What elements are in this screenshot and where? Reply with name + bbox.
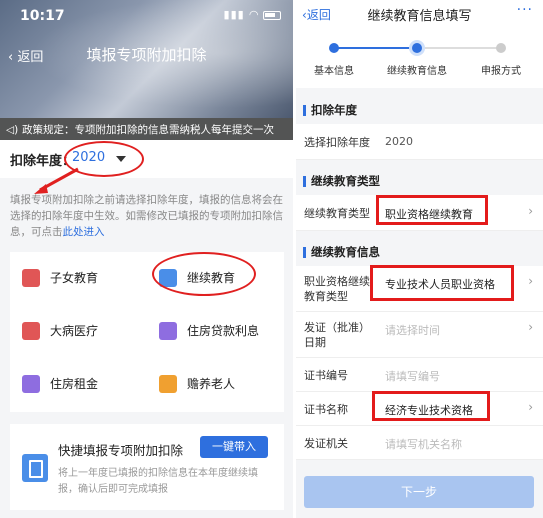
row-key: 证书编号 bbox=[304, 369, 348, 382]
house-icon bbox=[22, 375, 40, 393]
elderly-icon bbox=[159, 375, 177, 393]
status-bar: 10:17 ▮▮▮ ◠ bbox=[14, 8, 281, 26]
row-placeholder: 请填写机关名称 bbox=[385, 438, 462, 451]
medical-kit-icon bbox=[22, 322, 40, 340]
category-label: 大病医疗 bbox=[50, 324, 99, 338]
chevron-right-icon: › bbox=[528, 320, 533, 334]
section-edu-info: 继续教育信息 bbox=[296, 238, 543, 266]
category-label: 子女教育 bbox=[50, 271, 99, 285]
desc-link[interactable]: 此处进入 bbox=[63, 226, 105, 238]
signal-icon: ▮▮▮ ◠ bbox=[223, 8, 259, 21]
step-line-done bbox=[334, 47, 418, 49]
notice-text: 政策规定：专项附加扣除的信息需纳税人每年提交一次 bbox=[22, 124, 274, 136]
chevron-right-icon: › bbox=[528, 204, 533, 218]
row-value: 2020 bbox=[385, 135, 413, 148]
row-select-year[interactable]: 选择扣除年度 2020 bbox=[296, 124, 543, 160]
row-issue-date[interactable]: 发证（批准）日期 请选择时间 › bbox=[296, 312, 543, 358]
highlight-box-edu-type bbox=[376, 195, 488, 225]
import-button[interactable]: 一键带入 bbox=[200, 436, 268, 458]
row-key: 职业资格继续教育类型 bbox=[304, 275, 370, 303]
step-label: 继续教育信息 bbox=[387, 66, 447, 77]
more-icon[interactable]: ··· bbox=[517, 2, 533, 18]
row-placeholder: 请填写编号 bbox=[385, 370, 440, 383]
category-label: 住房贷款利息 bbox=[187, 324, 260, 338]
row-key: 继续教育类型 bbox=[304, 207, 370, 220]
chevron-right-icon: › bbox=[528, 274, 533, 288]
category-elderly-support[interactable]: 赡养老人 bbox=[147, 358, 284, 411]
category-label: 赡养老人 bbox=[187, 377, 236, 391]
section-deduction-year: 扣除年度 bbox=[296, 96, 543, 124]
row-key: 发证机关 bbox=[304, 437, 348, 450]
row-key: 选择扣除年度 bbox=[304, 136, 370, 149]
next-button[interactable]: 下一步 bbox=[304, 476, 534, 508]
year-description: 填报专项附加扣除之前请选择扣除年度，填报的信息将会在选择的扣除年度中生效。如需修… bbox=[10, 192, 286, 240]
category-label: 住房租金 bbox=[50, 377, 99, 391]
highlight-ellipse-education bbox=[152, 252, 256, 296]
step-label: 申报方式 bbox=[481, 66, 521, 77]
step-label: 基本信息 bbox=[314, 66, 354, 77]
category-housing-rent[interactable]: 住房租金 bbox=[10, 358, 147, 411]
category-serious-illness[interactable]: 大病医疗 bbox=[10, 305, 147, 358]
quick-fill-icon bbox=[22, 454, 48, 482]
quick-fill-desc: 将上一年度已填报的扣除信息在本年度继续填报，确认后即可完成填报 bbox=[58, 468, 258, 495]
highlight-box-cert-name bbox=[372, 391, 490, 421]
highlight-box-qual-type bbox=[370, 265, 514, 301]
category-housing-loan[interactable]: 住房贷款利息 bbox=[147, 305, 284, 358]
step-dot-3 bbox=[496, 43, 506, 53]
page-title: 填报专项附加扣除 bbox=[86, 46, 207, 64]
category-child-education[interactable]: 子女教育 bbox=[10, 252, 147, 305]
desc-text: 填报专项附加扣除之前请选择扣除年度，填报的信息将会在选择的扣除年度中生效。如需修… bbox=[10, 194, 283, 238]
right-screen: ‹返回 继续教育信息填写 ··· 基本信息 继续教育信息 申报方式 扣除年度 选… bbox=[296, 0, 543, 518]
row-placeholder: 请选择时间 bbox=[385, 324, 440, 337]
step-dot-1 bbox=[329, 43, 339, 53]
books-icon bbox=[22, 269, 40, 287]
house-loan-icon bbox=[159, 322, 177, 340]
row-authority[interactable]: 发证机关 请填写机关名称 bbox=[296, 426, 543, 460]
left-screen: 10:17 ▮▮▮ ◠ ‹ 返回 填报专项附加扣除 ◁) 政策规定：专项附加扣除的… bbox=[0, 0, 293, 518]
row-key: 证书名称 bbox=[304, 403, 348, 416]
nav-bar: ‹ 返回 填报专项附加扣除 bbox=[0, 44, 293, 68]
chevron-right-icon: › bbox=[528, 400, 533, 414]
row-key: 发证（批准）日期 bbox=[304, 321, 370, 349]
row-cert-no[interactable]: 证书编号 请填写编号 bbox=[296, 358, 543, 392]
battery-icon bbox=[263, 11, 281, 20]
step-dot-2 bbox=[412, 43, 422, 53]
progress-steps: 基本信息 继续教育信息 申报方式 bbox=[296, 28, 543, 88]
status-time: 10:17 bbox=[20, 8, 65, 24]
nav-bar: ‹返回 继续教育信息填写 ··· bbox=[296, 0, 543, 28]
highlight-ellipse-year bbox=[64, 141, 144, 177]
year-selector[interactable]: 扣除年度： 2020 bbox=[0, 140, 293, 178]
section-edu-type: 继续教育类型 bbox=[296, 167, 543, 195]
page-title: 继续教育信息填写 bbox=[367, 9, 472, 24]
speaker-icon: ◁) bbox=[6, 124, 19, 136]
step-line-pending bbox=[418, 47, 502, 49]
quick-fill-card: 快捷填报专项附加扣除 一键带入 将上一年度已填报的扣除信息在本年度继续填报，确认… bbox=[10, 424, 284, 510]
policy-notice: ◁) 政策规定：专项附加扣除的信息需纳税人每年提交一次 bbox=[0, 118, 293, 140]
quick-fill-title: 快捷填报专项附加扣除 bbox=[58, 443, 184, 458]
